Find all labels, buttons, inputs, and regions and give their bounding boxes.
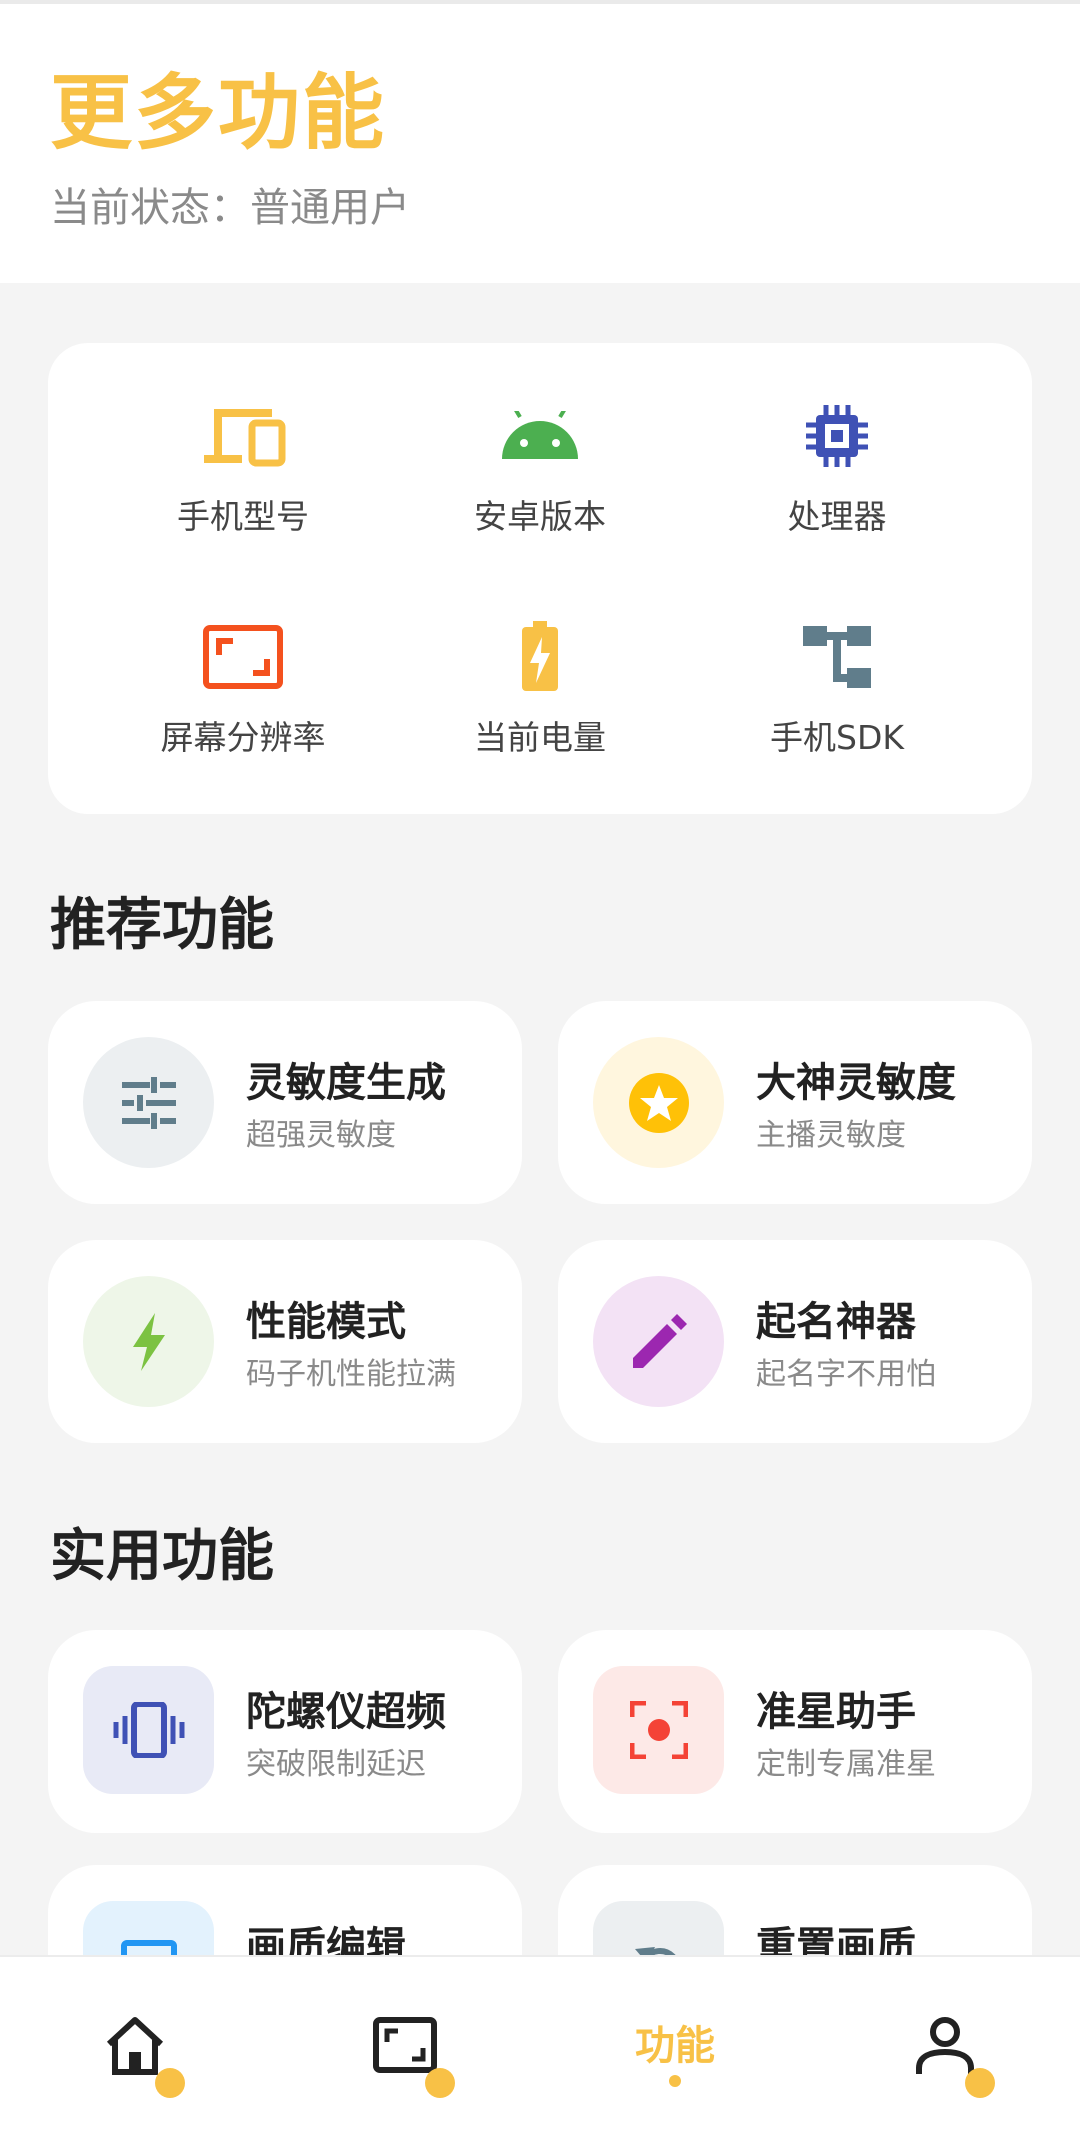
feature-subtitle: 起名字不用怕 [756, 1357, 936, 1392]
info-item-sdk[interactable]: 手机SDK [687, 620, 987, 760]
feature-title: 大神灵敏度 [756, 1060, 956, 1106]
tab-dot [425, 2067, 455, 2098]
bottom-tab-bar: 功能 [0, 1955, 1080, 2132]
feature-subtitle: 码子机性能拉满 [246, 1357, 456, 1392]
tab-profile[interactable] [810, 1957, 1080, 2132]
feature-card-sensitivity-generate[interactable]: 灵敏度生成 超强灵敏度 [48, 1001, 522, 1204]
info-label: 屏幕分辨率 [160, 718, 326, 757]
info-item-screen-resolution[interactable]: 屏幕分辨率 [93, 620, 393, 760]
sliders-icon [121, 1076, 176, 1129]
battery-charging-icon [522, 621, 558, 691]
section-title-recommended: 推荐功能 [50, 893, 274, 958]
feature-title: 性能模式 [246, 1299, 406, 1345]
icon-badge [83, 1276, 214, 1407]
vibration-icon [113, 1702, 184, 1758]
tab-dot [965, 2067, 995, 2098]
screen-resolution-icon [203, 625, 283, 689]
icon-badge [83, 1666, 214, 1794]
user-status: 当前状态：普通用户 [50, 185, 410, 231]
feature-subtitle: 定制专属准星 [756, 1747, 936, 1782]
icon-badge [593, 1666, 724, 1794]
page-header: 更多功能 当前状态：普通用户 [0, 4, 1080, 283]
icon-badge [593, 1276, 724, 1407]
info-item-battery[interactable]: 当前电量 [390, 620, 690, 760]
info-label: 当前电量 [474, 718, 606, 757]
section-title-utility: 实用功能 [50, 1524, 274, 1589]
info-label: 安卓版本 [474, 497, 606, 536]
feature-subtitle: 超强灵敏度 [246, 1118, 396, 1153]
feature-card-pro-sensitivity[interactable]: 大神灵敏度 主播灵敏度 [558, 1001, 1032, 1204]
feature-title: 灵敏度生成 [246, 1060, 446, 1106]
feature-card-crosshair-helper[interactable]: 准星助手 定制专属准星 [558, 1630, 1032, 1833]
info-label: 处理器 [787, 497, 887, 536]
chip-icon [806, 405, 868, 467]
tab-screen[interactable] [270, 1957, 540, 2132]
active-indicator [669, 2075, 681, 2087]
feature-title: 起名神器 [756, 1299, 916, 1345]
feature-card-performance-mode[interactable]: 性能模式 码子机性能拉满 [48, 1240, 522, 1443]
lightning-icon [132, 1312, 165, 1371]
page-title: 更多功能 [50, 66, 387, 161]
tab-dot [155, 2067, 185, 2098]
profile-icon [916, 2016, 974, 2074]
info-item-processor[interactable]: 处理器 [687, 399, 987, 539]
icon-badge [593, 1037, 724, 1168]
feature-card-name-generator[interactable]: 起名神器 起名字不用怕 [558, 1240, 1032, 1443]
screen-frame-icon [373, 2016, 437, 2073]
info-item-phone-model[interactable]: 手机型号 [93, 399, 393, 539]
devices-icon [204, 409, 286, 467]
feature-subtitle: 主播灵敏度 [756, 1118, 906, 1153]
icon-badge [83, 1037, 214, 1168]
feature-title: 准星助手 [756, 1689, 916, 1735]
device-info-card: 手机型号 安卓版本 处理器 屏幕分辨率 当前电量 手机SDK [48, 343, 1032, 814]
feature-title: 陀螺仪超频 [246, 1689, 446, 1735]
tab-features-label: 功能 [635, 2022, 715, 2069]
info-item-android-version[interactable]: 安卓版本 [390, 399, 690, 539]
info-label: 手机型号 [177, 497, 309, 536]
feature-subtitle: 突破限制延迟 [246, 1747, 426, 1782]
android-icon [502, 411, 578, 459]
info-label: 手机SDK [770, 718, 904, 757]
pencil-icon [632, 1313, 687, 1368]
star-icon [628, 1072, 689, 1133]
tab-home[interactable] [0, 1957, 270, 2132]
crosshair-icon [629, 1701, 688, 1759]
sdk-tree-icon [803, 626, 871, 688]
tab-features[interactable]: 功能 [540, 1957, 810, 2132]
home-icon [106, 2016, 164, 2075]
feature-card-gyro-overclock[interactable]: 陀螺仪超频 突破限制延迟 [48, 1630, 522, 1833]
